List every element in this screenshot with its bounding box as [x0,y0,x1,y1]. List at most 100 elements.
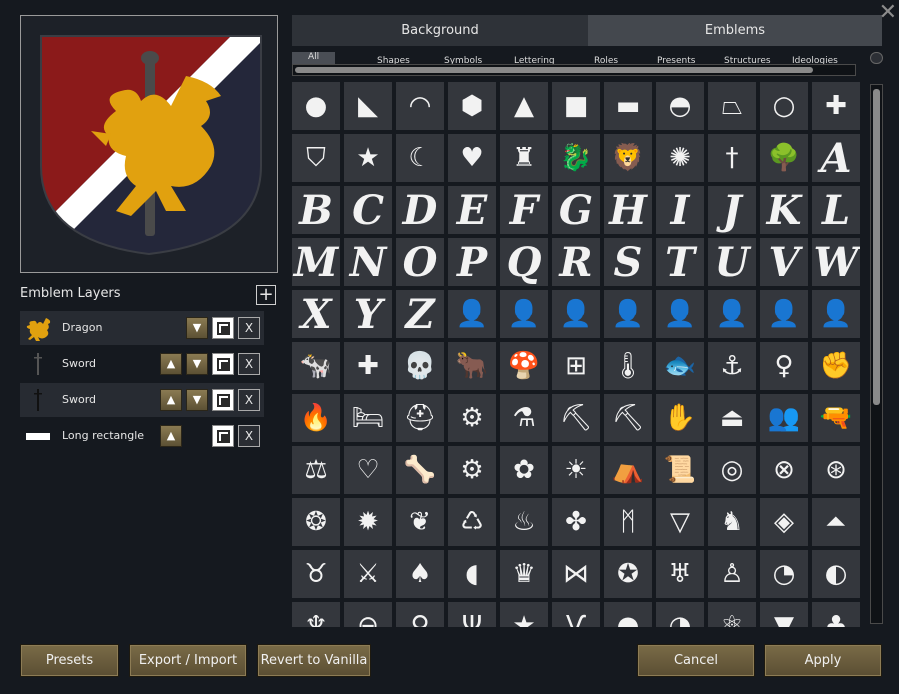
delete-layer-button[interactable]: X [238,389,260,411]
emblem-cell[interactable]: ⏶ [812,498,860,546]
emblem-cell[interactable]: ⊛ [812,446,860,494]
emblem-cell[interactable]: H [604,186,652,234]
emblem-cell[interactable]: ✚ [344,342,392,390]
emblem-cell[interactable]: 🌳 [760,134,808,182]
delete-layer-button[interactable]: X [238,317,260,339]
emblem-cell[interactable]: 🦁 [604,134,652,182]
emblem-grid-scrollbar[interactable] [870,84,883,624]
emblem-cell[interactable]: ○ [760,82,808,130]
emblem-cell[interactable]: ✊ [812,342,860,390]
emblem-cell[interactable]: E [448,186,496,234]
emblem-cell[interactable]: ⬢ [448,82,496,130]
emblem-cell[interactable]: ⚗ [500,394,548,442]
emblem-cell[interactable]: ⏏ [708,394,756,442]
scrollbar-thumb[interactable] [295,67,813,73]
emblem-cell[interactable]: ❦ [396,498,444,546]
emblem-cell[interactable]: ♞ [708,498,756,546]
emblem-cell[interactable]: F [500,186,548,234]
emblem-cell[interactable]: A [812,134,860,182]
layer-row-long-rectangle[interactable]: Long rectangle ▲ X [20,419,264,453]
emblem-cell[interactable]: ◠ [396,82,444,130]
category-all[interactable]: All [292,52,336,64]
emblem-cell[interactable]: ⚖ [292,446,340,494]
emblem-cell[interactable]: ◣ [344,82,392,130]
emblem-cell[interactable]: ✪ [604,550,652,598]
emblem-cell[interactable]: 👤 [656,290,704,338]
emblem-cell[interactable]: ♆ [292,602,340,627]
emblem-cell[interactable]: ★ [344,134,392,182]
emblem-cell[interactable]: ᛗ [604,498,652,546]
emblem-cell[interactable]: ⊗ [760,446,808,494]
scroll-right-button[interactable] [870,52,883,64]
move-down-button[interactable]: ▼ [186,353,208,375]
move-down-button[interactable]: ▼ [186,389,208,411]
emblem-cell[interactable]: ◖ [448,550,496,598]
emblem-cell[interactable]: P [448,238,496,286]
delete-layer-button[interactable]: X [238,353,260,375]
emblem-cell[interactable]: M [292,238,340,286]
emblem-cell[interactable]: 👥 [760,394,808,442]
emblem-cell[interactable]: J [708,186,756,234]
category-presents[interactable]: Presents [657,56,695,64]
move-up-button[interactable]: ▲ [160,389,182,411]
move-up-button[interactable]: ▲ [160,353,182,375]
layer-row-sword[interactable]: Sword ▲ ▼ X [20,347,264,381]
duplicate-layer-button[interactable] [212,353,234,375]
emblem-cell[interactable]: 📜 [656,446,704,494]
emblem-cell[interactable]: ⊖ [344,602,392,627]
category-symbols[interactable]: Symbols [444,56,482,64]
emblem-cell[interactable]: 🔥 [292,394,340,442]
emblem-cell[interactable]: ✋ [656,394,704,442]
emblem-cell[interactable]: ⛏ [552,394,600,442]
emblem-cell[interactable]: 🌡 [604,342,652,390]
emblem-cell[interactable]: 🐄 [292,342,340,390]
emblem-cell[interactable]: ♜ [500,134,548,182]
emblem-cell[interactable]: ♥ [448,134,496,182]
emblem-cell[interactable]: ❂ [292,498,340,546]
emblem-cell[interactable]: ♛ [500,550,548,598]
category-ideologies[interactable]: Ideologies [792,56,838,64]
emblem-cell[interactable]: Z [396,290,444,338]
emblem-cell[interactable]: V [760,238,808,286]
emblem-cell[interactable]: ⛺ [604,446,652,494]
duplicate-layer-button[interactable] [212,425,234,447]
emblem-cell[interactable]: ⚔ [344,550,392,598]
presets-button[interactable]: Presets [20,644,119,677]
emblem-cell[interactable]: C [344,186,392,234]
emblem-cell[interactable]: R [552,238,600,286]
emblem-cell[interactable]: ⛉ [292,134,340,182]
emblem-cell[interactable]: ☾ [396,134,444,182]
emblem-cell[interactable]: ▽ [656,498,704,546]
delete-layer-button[interactable]: X [238,425,260,447]
emblem-cell[interactable]: ◔ [760,550,808,598]
category-roles[interactable]: Roles [594,56,618,64]
emblem-cell[interactable]: ✤ [552,498,600,546]
emblem-cell[interactable]: 🍄 [500,342,548,390]
emblem-cell[interactable]: 💀 [396,342,444,390]
emblem-cell[interactable]: ⚙ [448,394,496,442]
tab-background[interactable]: Background [292,15,588,46]
emblem-cell[interactable]: 🐟 [656,342,704,390]
emblem-cell[interactable]: 👤 [552,290,600,338]
emblem-cell[interactable]: 👤 [448,290,496,338]
emblem-cell[interactable]: O [396,238,444,286]
emblem-cell[interactable]: ⋈ [552,550,600,598]
emblem-cell[interactable]: ◓ [604,602,652,627]
duplicate-layer-button[interactable] [212,317,234,339]
emblem-cell[interactable]: ◓ [656,82,704,130]
emblem-cell[interactable]: N [344,238,392,286]
emblem-cell[interactable]: G [552,186,600,234]
emblem-cell[interactable]: T [656,238,704,286]
emblem-cell[interactable]: 🦴 [396,446,444,494]
emblem-cell[interactable]: ★ [500,602,548,627]
emblem-cell[interactable]: 🛏 [344,394,392,442]
emblem-cell[interactable]: 🐉 [552,134,600,182]
emblem-cell[interactable]: † [708,134,756,182]
emblem-cell[interactable]: I [656,186,704,234]
emblem-cell[interactable]: ▲ [500,82,548,130]
emblem-cell[interactable]: ✿ [500,446,548,494]
emblem-cell[interactable]: 👤 [500,290,548,338]
emblem-cell[interactable]: ▼ [760,602,808,627]
emblem-cell[interactable]: ♙ [708,550,756,598]
layer-row-dragon[interactable]: Dragon ▼ X [20,311,264,345]
